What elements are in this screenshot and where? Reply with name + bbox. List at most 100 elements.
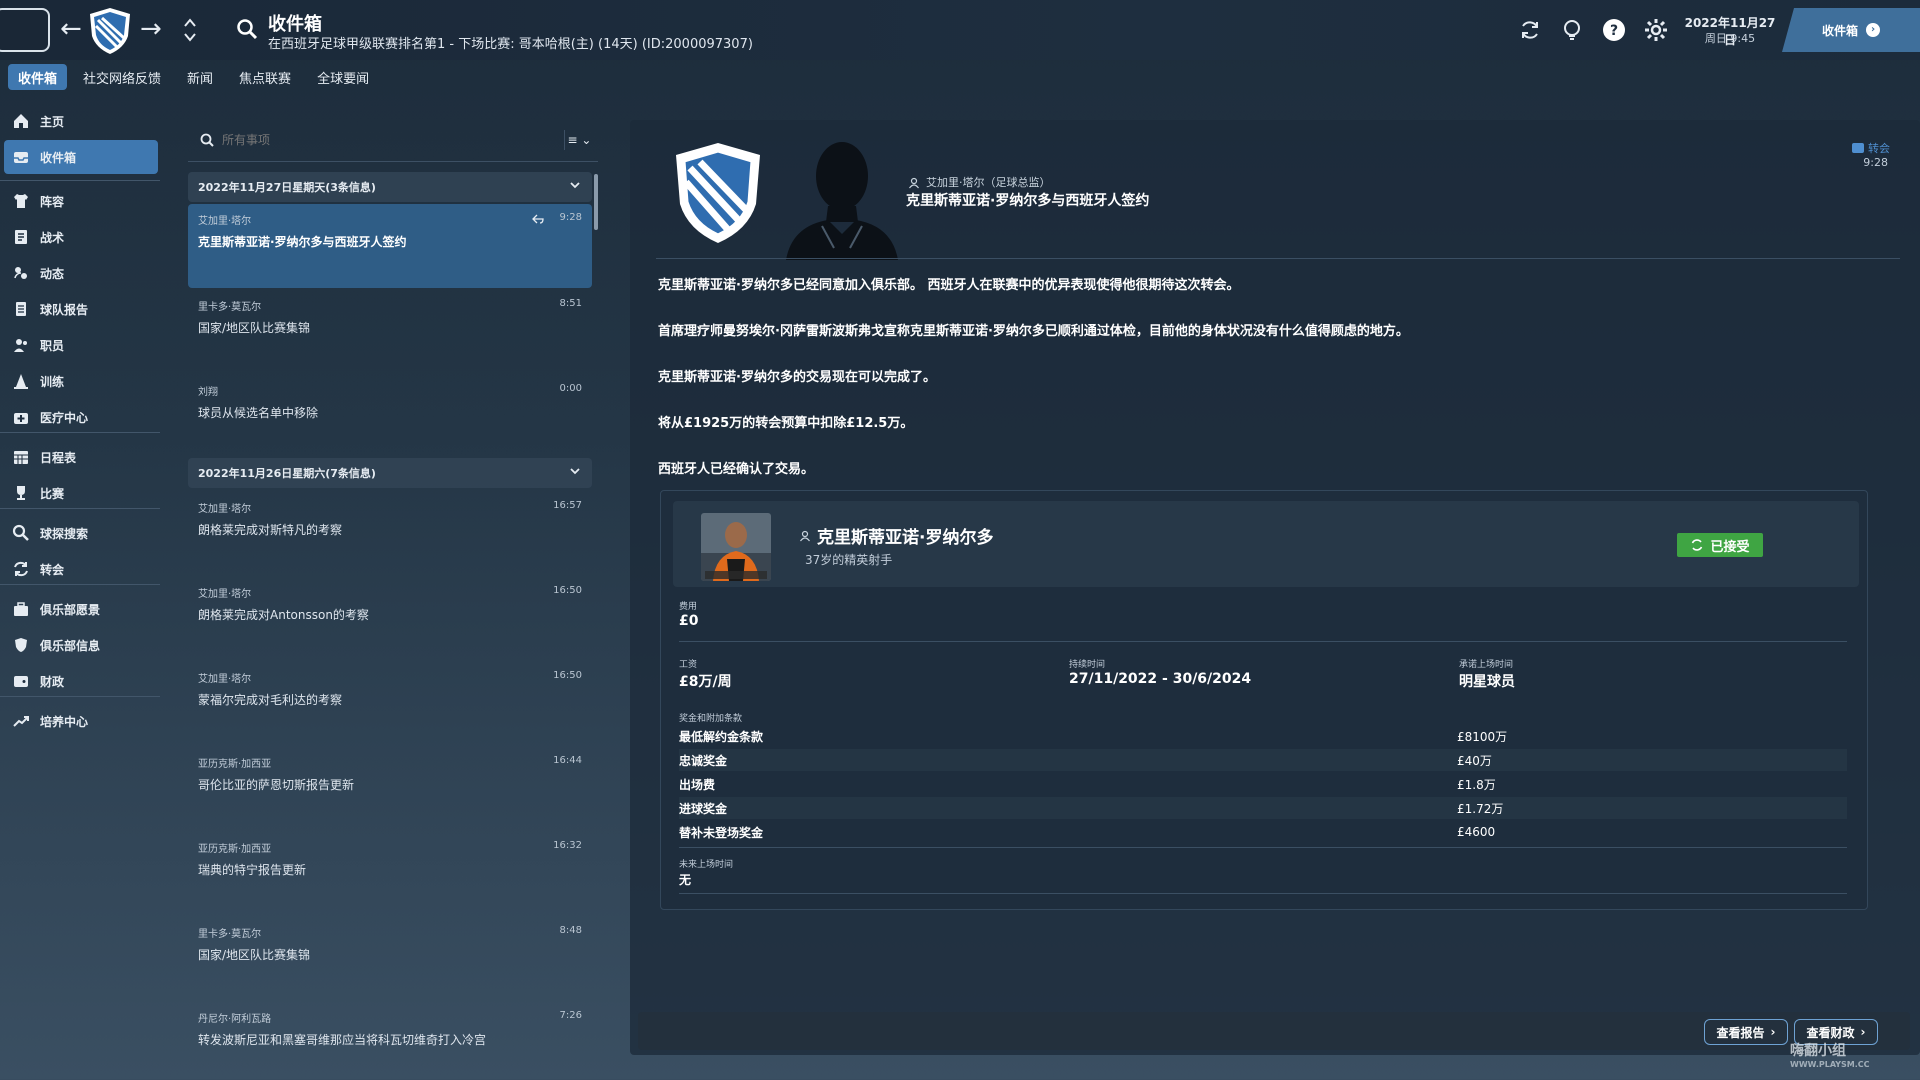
sidebar-item-label: 医疗中心 [40, 410, 89, 425]
shield-icon [15, 638, 27, 652]
message-item[interactable]: 艾加里·塔尔 蒙福尔完成对毛利达的考察 16:50 [188, 662, 592, 746]
sidebar-item-tactics[interactable]: 战术 [4, 220, 158, 254]
sidebar-item-label: 球队报告 [40, 302, 89, 317]
filter-menu-button[interactable]: ≡ ⌄ [564, 130, 594, 150]
sidebar-item-home[interactable]: 主页 [4, 104, 158, 138]
playing-time-value: 明星球员 [1459, 674, 1515, 690]
tab-inbox[interactable]: 收件箱 [8, 64, 68, 90]
sidebar-item-training[interactable]: 训练 [4, 364, 158, 398]
sidebar-item-medical[interactable]: 医疗中心 [4, 400, 158, 434]
sidebar-item-finances[interactable]: 财政 [4, 664, 158, 698]
player-header[interactable]: 克里斯蒂亚诺·罗纳尔多 37岁的精英射手 已接受 [673, 501, 1859, 587]
view-report-button[interactable]: 查看报告 › [1704, 1019, 1788, 1045]
refresh-icon[interactable] [1518, 18, 1542, 42]
message-time: 16:50 [553, 585, 582, 596]
player-name-text: 克里斯蒂亚诺·罗纳尔多 [817, 528, 994, 548]
continue-inbox-button[interactable]: 收件箱 › [1782, 8, 1920, 52]
sidebar-item-schedule[interactable]: 日程表 [4, 440, 158, 474]
sidebar-item-transfers[interactable]: 转会 [4, 552, 158, 586]
cycle-icon [1692, 539, 1703, 551]
future-playing-time-label: 未来上场时间 [679, 860, 734, 870]
tab-focus-leagues[interactable]: 焦点联赛 [229, 64, 301, 90]
chevron-down-icon[interactable] [568, 464, 582, 478]
player-name[interactable]: 克里斯蒂亚诺·罗纳尔多 [799, 523, 993, 548]
player-photo [701, 513, 771, 581]
sidebar-item-competitions[interactable]: 比赛 [4, 476, 158, 510]
message-search-input[interactable] [222, 132, 522, 147]
back-arrow-icon[interactable]: ← [60, 14, 82, 44]
calendar-icon [14, 451, 28, 464]
message-time: 7:26 [559, 1010, 582, 1021]
club-crest-icon[interactable] [88, 6, 132, 56]
up-down-chevron-icon[interactable] [182, 16, 198, 44]
chevron-down-icon[interactable] [568, 178, 582, 192]
sidebar-item-club-info[interactable]: 俱乐部信息 [4, 628, 158, 662]
sidebar-item-team-report[interactable]: 球队报告 [4, 292, 158, 326]
message-paragraph: 首席理疗师曼努埃尔·冈萨雷斯波斯弗戈宣称克里斯蒂亚诺·罗纳尔多已顺利通过体检，目… [658, 324, 1409, 339]
message-detail-panel: 艾加里·塔尔（足球总监） 克里斯蒂亚诺·罗纳尔多与西班牙人签约 转会 9:28 … [630, 120, 1920, 1055]
sidebar-item-label: 俱乐部愿景 [40, 602, 101, 617]
message-sender: 艾加里·塔尔 [198, 589, 252, 600]
dynamics-icon [14, 267, 27, 279]
bonus-row: 最低解约金条款 £8100万 [679, 725, 1847, 747]
message-item[interactable]: 刘翔 球员从候选名单中移除 0:00 [188, 375, 592, 459]
message-title: 朗格莱完成对斯特凡的考察 [198, 523, 343, 537]
player-person-icon [800, 530, 810, 541]
sidebar-item-staff[interactable]: 职员 [4, 328, 158, 362]
list-scrollbar[interactable] [594, 174, 598, 230]
sidebar-divider [0, 432, 160, 433]
group-heading-text: 2022年11月27日星期天(3条信息) [198, 181, 376, 194]
contract-card: 克里斯蒂亚诺·罗纳尔多 37岁的精英射手 已接受 费用 £0 工资 £8万/周 … [660, 490, 1868, 910]
bonus-value: £40万 [1457, 753, 1492, 768]
message-time: 8:51 [559, 298, 582, 309]
scout-search-icon [12, 524, 29, 541]
message-group-header[interactable]: 2022年11月26日星期六(7条信息) [188, 458, 592, 488]
tab-social-feedback[interactable]: 社交网络反馈 [73, 64, 171, 90]
bonus-value: £1.8万 [1457, 777, 1496, 792]
report-icon [16, 302, 26, 316]
bonus-name: 出场费 [679, 777, 716, 792]
settings-gear-icon[interactable] [1644, 18, 1668, 42]
message-time: 9:28 [1863, 156, 1888, 169]
search-icon [200, 133, 214, 147]
message-item[interactable]: 丹尼尔·阿利瓦路 转发波斯尼亚和黑塞哥维那应当将科瓦切维奇打入冷宫 7:26 [188, 1002, 592, 1080]
message-item[interactable]: 里卡多·莫瓦尔 国家/地区队比赛集锦 8:48 [188, 917, 592, 1001]
staff-icon [14, 339, 27, 352]
bonus-value: £4600 [1457, 825, 1496, 839]
bulb-icon[interactable] [1560, 18, 1584, 42]
sidebar-item-development-centre[interactable]: 培养中心 [4, 704, 158, 738]
message-item[interactable]: 亚历克斯·加西亚 瑞典的特宁报告更新 16:32 [188, 832, 592, 916]
search-icon[interactable] [236, 18, 258, 40]
sidebar-item-label: 职员 [40, 338, 65, 353]
bonus-row: 进球奖金 £1.72万 [679, 797, 1847, 819]
sidebar-item-inbox[interactable]: 收件箱 [4, 140, 158, 174]
sidebar-item-dynamics[interactable]: 动态 [4, 256, 158, 290]
message-paragraph: 克里斯蒂亚诺·罗纳尔多已经同意加入俱乐部。 西班牙人在联赛中的优异表现使得他很期… [658, 278, 1240, 293]
bonus-name: 最低解约金条款 [679, 729, 764, 744]
message-sender: 里卡多·莫瓦尔 [198, 302, 262, 313]
message-item[interactable]: 艾加里·塔尔 朗格莱完成对斯特凡的考察 16:57 [188, 492, 592, 576]
tab-world-news[interactable]: 全球要闻 [307, 64, 379, 90]
message-title: 朗格莱完成对Antonsson的考察 [198, 608, 369, 622]
sidebar-item-squad[interactable]: 阵容 [4, 184, 158, 218]
site-watermark: 嗨翻小组 WWW.PLAYSM.CC [1790, 1040, 1870, 1069]
message-time: 16:50 [553, 670, 582, 681]
message-item[interactable]: 艾加里·塔尔 朗格莱完成对Antonsson的考察 16:50 [188, 577, 592, 661]
message-group-header[interactable]: 2022年11月27日星期天(3条信息) [188, 172, 592, 202]
sidebar-item-club-vision[interactable]: 俱乐部愿景 [4, 592, 158, 626]
transfer-tag[interactable]: 转会 [1852, 140, 1890, 156]
message-filter-bar [188, 118, 598, 162]
global-search-box[interactable] [0, 8, 50, 52]
message-item-selected[interactable]: 艾加里·塔尔 克里斯蒂亚诺·罗纳尔多与西班牙人签约 9:28 [188, 204, 592, 288]
help-icon[interactable]: ? [1602, 18, 1626, 42]
svg-text:?: ? [1610, 23, 1618, 39]
tab-news[interactable]: 新闻 [177, 64, 223, 90]
message-item[interactable]: 亚历克斯·加西亚 哥伦比亚的萨恩切斯报告更新 16:44 [188, 747, 592, 831]
sidebar-item-scouting[interactable]: 球探搜索 [4, 516, 158, 550]
filter-menu-label: ≡ [567, 133, 578, 147]
bonus-name: 进球奖金 [679, 801, 728, 816]
fee-value: £0 [679, 613, 699, 629]
bonus-value: £1.72万 [1457, 801, 1504, 816]
message-item[interactable]: 里卡多·莫瓦尔 国家/地区队比赛集锦 8:51 [188, 290, 592, 374]
forward-arrow-icon[interactable]: → [140, 14, 162, 44]
